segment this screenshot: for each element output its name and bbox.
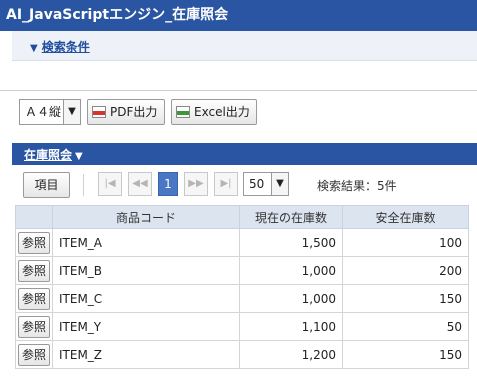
- item-code: ITEM_Z: [52, 340, 240, 369]
- current-stock: 1,500: [239, 228, 343, 257]
- item-code: ITEM_Y: [52, 312, 240, 341]
- section-title: 在庫照会: [24, 148, 73, 162]
- safety-stock: 100: [342, 228, 469, 257]
- inventory-table: 商品コード 現在の在庫数 安全在庫数 参照 ITEM_A 1,500 100 参…: [15, 205, 469, 369]
- triangle-down-icon: ▼: [75, 151, 83, 162]
- chevron-down-icon: ▼: [63, 100, 80, 124]
- item-code: ITEM_B: [52, 256, 240, 285]
- pdf-export-label: PDF出力: [110, 105, 158, 119]
- first-page-icon[interactable]: |◀: [98, 172, 122, 196]
- table-row: 参照 ITEM_Z 1,200 150: [15, 340, 469, 369]
- safety-stock: 150: [342, 340, 469, 369]
- reference-button[interactable]: 参照: [18, 231, 50, 254]
- chevron-down-icon: ▼: [271, 173, 288, 195]
- app-title: AI_JavaScriptエンジン_在庫照会: [0, 0, 477, 31]
- current-stock: 1,000: [239, 256, 343, 285]
- prev-page-icon[interactable]: ◀◀: [128, 172, 152, 196]
- safety-stock: 50: [342, 312, 469, 341]
- paper-size-select[interactable]: Ａ４縦 ▼: [19, 99, 81, 125]
- page-size-select[interactable]: 50 ▼: [243, 172, 289, 196]
- paper-size-value: Ａ４縦: [25, 105, 62, 119]
- next-page-icon[interactable]: ▶▶: [184, 172, 208, 196]
- current-stock: 1,100: [239, 312, 343, 341]
- reference-button[interactable]: 参照: [18, 259, 50, 282]
- divider: [0, 90, 477, 91]
- current-stock: 1,000: [239, 284, 343, 313]
- section-toggle[interactable]: 在庫照会 ▼: [24, 146, 83, 163]
- last-page-icon[interactable]: ▶|: [214, 172, 238, 196]
- column-header: [15, 205, 53, 229]
- column-header: 現在の在庫数: [239, 205, 343, 229]
- safety-stock: 150: [342, 284, 469, 313]
- search-conditions-bar: ▼ 検索条件: [12, 31, 477, 61]
- reference-button[interactable]: 参照: [18, 315, 50, 338]
- page-size-value: 50: [249, 177, 265, 191]
- reference-button[interactable]: 参照: [18, 287, 50, 310]
- table-row: 参照 ITEM_C 1,000 150: [15, 284, 469, 313]
- column-header: 商品コード: [52, 205, 240, 229]
- pdf-export-button[interactable]: PDF出力: [87, 99, 165, 125]
- section-header: 在庫照会 ▼: [12, 143, 477, 165]
- pdf-file-icon: [92, 105, 106, 118]
- safety-stock: 200: [342, 256, 469, 285]
- table-row: 参照 ITEM_B 1,000 200: [15, 256, 469, 285]
- search-conditions-label: 検索条件: [41, 40, 90, 54]
- columns-button[interactable]: 項目: [23, 172, 70, 198]
- table-row: 参照 ITEM_Y 1,100 50: [15, 312, 469, 341]
- current-stock: 1,200: [239, 340, 343, 369]
- search-conditions-toggle[interactable]: ▼ 検索条件: [30, 38, 90, 55]
- divider: [83, 174, 84, 196]
- page-current[interactable]: 1: [158, 172, 178, 196]
- column-header: 安全在庫数: [342, 205, 469, 229]
- item-code: ITEM_C: [52, 284, 240, 313]
- csv-file-icon: [176, 105, 190, 118]
- triangle-down-icon: ▼: [30, 43, 38, 54]
- result-count: 検索結果：5件: [317, 179, 397, 193]
- excel-export-button[interactable]: Excel出力: [171, 99, 257, 125]
- pager-bar: 項目 |◀ ◀◀ 1 ▶▶ ▶| 50 ▼ 検索結果：5件: [12, 172, 477, 198]
- reference-button[interactable]: 参照: [18, 343, 50, 366]
- excel-export-label: Excel出力: [194, 105, 250, 119]
- table-header-row: 商品コード 現在の在庫数 安全在庫数: [15, 205, 469, 229]
- table-row: 参照 ITEM_A 1,500 100: [15, 228, 469, 257]
- item-code: ITEM_A: [52, 228, 240, 257]
